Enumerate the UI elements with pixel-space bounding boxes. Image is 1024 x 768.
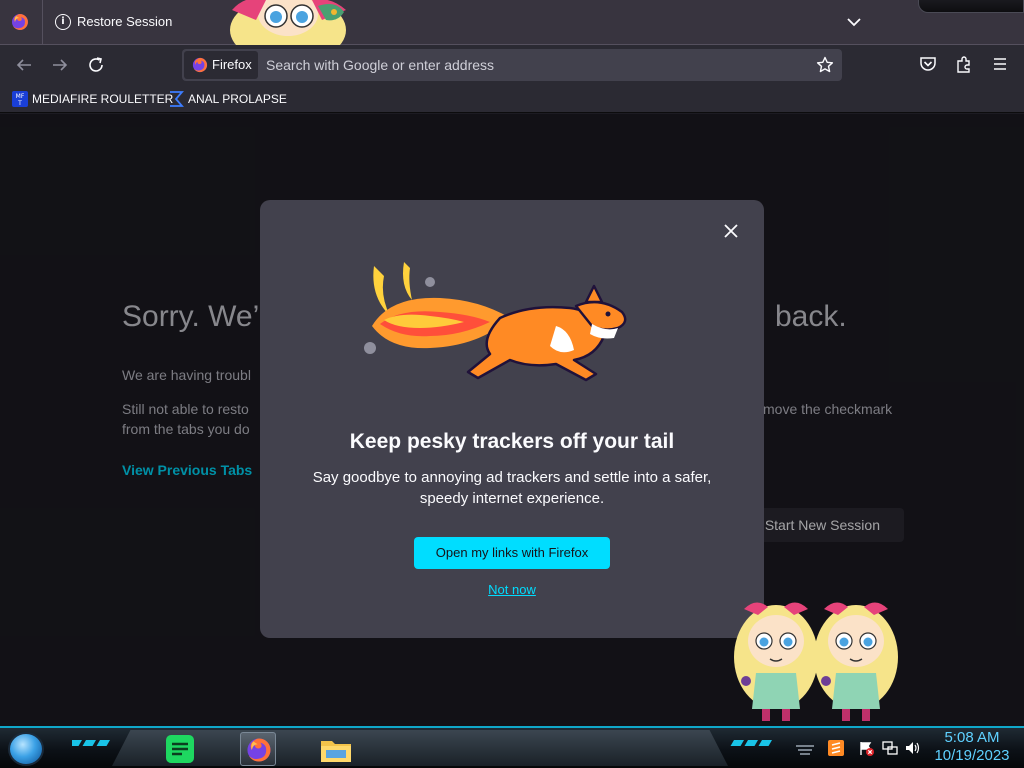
running-fox-illustration	[364, 262, 627, 382]
tracking-protection-dialog: Keep pesky trackers off your tail Say go…	[260, 200, 764, 638]
notes-app-icon[interactable]	[162, 732, 198, 766]
taskbar-frame	[112, 730, 728, 766]
tab-bar: i Restore Session	[0, 0, 1024, 60]
not-now-link[interactable]: Not now	[260, 582, 764, 597]
star-butterfly-sticker	[814, 602, 898, 721]
bookmark-star-icon[interactable]	[816, 56, 834, 74]
window-frame-decoration	[918, 0, 1024, 13]
sublime-text-icon[interactable]	[828, 740, 844, 756]
dialog-body: Say goodbye to annoying ad trackers and …	[312, 469, 712, 507]
taskbar-decoration-left	[72, 740, 110, 746]
url-bar[interactable]: Firefox	[182, 49, 842, 81]
chevron-down-icon[interactable]	[843, 12, 865, 32]
bookmark-label: ANAL PROLAPSE	[188, 92, 287, 106]
identity-chip[interactable]: Firefox	[184, 51, 258, 79]
file-explorer-icon[interactable]	[318, 732, 354, 766]
info-icon: i	[55, 14, 71, 30]
address-input[interactable]	[266, 52, 806, 78]
sigma-icon	[170, 91, 184, 107]
svg-text:T: T	[17, 100, 22, 107]
taskbar-decoration-right	[730, 740, 772, 746]
volume-icon[interactable]	[904, 740, 920, 756]
forward-arrow-icon[interactable]	[48, 53, 72, 77]
bookmarks-toolbar: MF T MEDIAFIRE ROULETTER ANAL PROLAPSE	[0, 85, 1024, 113]
taskbar: 5:08 AM 10/19/2023	[0, 726, 1024, 768]
navigation-toolbar: Firefox	[0, 45, 1024, 85]
show-hidden-icons-icon[interactable]	[794, 740, 816, 756]
flag-warning-icon[interactable]	[858, 740, 874, 756]
hamburger-menu-icon[interactable]	[990, 54, 1010, 74]
identity-label: Firefox	[212, 57, 252, 72]
dialog-title: Keep pesky trackers off your tail	[349, 430, 675, 453]
svg-text:MF: MF	[16, 93, 25, 100]
bookmark-label: MEDIAFIRE ROULETTER	[32, 92, 174, 106]
start-button[interactable]	[8, 732, 44, 766]
network-icon[interactable]	[882, 740, 898, 756]
back-arrow-icon[interactable]	[12, 53, 36, 77]
reload-icon[interactable]	[84, 53, 108, 77]
star-butterfly-sticker	[734, 602, 818, 721]
taskbar-firefox-button[interactable]	[240, 732, 276, 766]
firefox-logo-icon[interactable]	[11, 13, 29, 31]
tab-label: Restore Session	[77, 14, 173, 29]
extensions-icon[interactable]	[954, 54, 974, 74]
clock-time[interactable]: 5:08 AM	[940, 729, 1004, 746]
firefox-logo-icon	[247, 738, 271, 762]
bookmark-item-sigma[interactable]: ANAL PROLAPSE	[168, 90, 288, 108]
firefox-logo-icon	[192, 57, 208, 73]
pocket-icon[interactable]	[918, 54, 938, 74]
bookmark-item-mediafire[interactable]: MF T MEDIAFIRE ROULETTER	[12, 90, 173, 108]
open-links-with-firefox-button[interactable]: Open my links with Firefox	[414, 537, 610, 569]
mediafire-icon: MF T	[12, 91, 28, 107]
close-icon[interactable]	[722, 222, 740, 240]
clock-date[interactable]: 10/19/2023	[930, 747, 1014, 764]
